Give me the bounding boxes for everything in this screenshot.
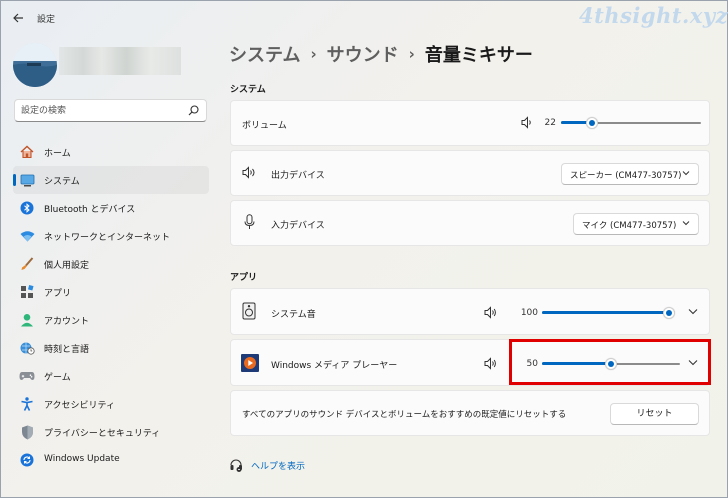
section-heading-apps: アプリ: [230, 273, 258, 283]
reset-button[interactable]: リセット: [610, 403, 699, 425]
help-section[interactable]: ヘルプを表示: [230, 459, 305, 472]
gamepad-icon: [19, 368, 35, 384]
volume-value: 22: [544, 118, 556, 128]
output-device-card: 出力デバイス スピーカー (CM477-30757): [230, 150, 710, 196]
sidebar-item-apps[interactable]: アプリ: [13, 278, 209, 306]
output-device-label: 出力デバイス: [271, 171, 325, 181]
sidebar-item-label: ネットワークとインターネット: [44, 233, 171, 243]
app-name: システム音: [271, 310, 316, 320]
input-device-dropdown[interactable]: マイク (CM477-30757): [573, 213, 699, 235]
sidebar-nav: ホーム システム Bluetooth とデバイス ネットワークとインターネット …: [13, 138, 209, 474]
sidebar-item-bluetooth[interactable]: Bluetooth とデバイス: [13, 194, 209, 222]
speaker-output-icon: [242, 166, 257, 179]
sidebar-item-label: 時刻と言語: [44, 345, 90, 355]
avatar: [13, 43, 57, 87]
sidebar-item-label: 個人用設定: [44, 261, 90, 271]
sidebar-item-privacy[interactable]: プライバシーとセキュリティ: [13, 418, 209, 446]
system-sounds-app-icon: [242, 302, 256, 320]
accessibility-icon: [19, 396, 35, 412]
title-bar: 設定 4thsight.xyz: [1, 1, 728, 35]
input-device-selected: マイク (CM477-30757): [582, 221, 677, 231]
watermark: 4thsight.xyz: [579, 3, 728, 28]
bluetooth-icon: [19, 200, 35, 216]
input-device-card: 入力デバイス マイク (CM477-30757): [230, 200, 710, 246]
sidebar-item-windows-update[interactable]: Windows Update: [13, 446, 209, 474]
window-title: 設定: [37, 15, 56, 25]
app-card-system-sounds: システム音 100: [230, 288, 710, 335]
sidebar-item-home[interactable]: ホーム: [13, 138, 209, 166]
sidebar-item-system[interactable]: システム: [13, 166, 209, 194]
sidebar-item-label: ホーム: [44, 149, 71, 159]
sidebar-item-network[interactable]: ネットワークとインターネット: [13, 222, 209, 250]
sidebar-item-label: アプリ: [44, 289, 72, 299]
back-button[interactable]: [9, 9, 27, 27]
slider-fill: [542, 311, 675, 314]
slider-thumb[interactable]: [586, 117, 598, 129]
breadcrumb-separator: ›: [408, 45, 415, 63]
sidebar-item-label: プライバシーとセキュリティ: [44, 429, 161, 439]
chevron-down-icon: [682, 221, 690, 226]
back-arrow-icon: [12, 13, 23, 23]
help-link[interactable]: ヘルプを表示: [251, 459, 305, 472]
media-player-app-icon: [241, 354, 259, 372]
app-name: Windows メディア プレーヤー: [271, 361, 398, 371]
breadcrumb-system[interactable]: システム: [229, 41, 300, 67]
breadcrumb: システム › サウンド › 音量ミキサー: [229, 41, 533, 67]
apps-icon: [19, 284, 35, 300]
sidebar-item-label: アクセシビリティ: [44, 401, 116, 411]
help-icon: [230, 459, 242, 472]
shield-icon: [19, 424, 35, 440]
sidebar-item-label: システム: [44, 177, 80, 187]
monitor-icon: [19, 172, 35, 188]
search-icon[interactable]: [188, 105, 199, 116]
wifi-icon: [19, 228, 35, 244]
output-device-dropdown[interactable]: スピーカー (CM477-30757): [561, 163, 699, 185]
update-icon: [19, 452, 35, 468]
section-heading-system: システム: [230, 85, 266, 95]
microphone-icon: [244, 214, 255, 230]
app-volume-slider[interactable]: [542, 307, 675, 319]
sidebar-item-accessibility[interactable]: アクセシビリティ: [13, 390, 209, 418]
search-input[interactable]: [21, 103, 181, 118]
sidebar-item-label: Bluetooth とデバイス: [44, 205, 136, 215]
volume-card: ボリューム 22: [230, 100, 710, 146]
sidebar-item-label: Windows Update: [44, 454, 120, 464]
globe-clock-icon: [19, 340, 35, 356]
profile-name-redacted: [59, 47, 181, 75]
output-device-selected: スピーカー (CM477-30757): [570, 171, 682, 181]
breadcrumb-sound[interactable]: サウンド: [327, 41, 399, 67]
expand-chevron-icon[interactable]: [688, 308, 698, 315]
app-volume-value: 100: [520, 308, 538, 318]
speaker-icon[interactable]: [484, 357, 497, 370]
account-icon: [19, 312, 35, 328]
settings-search[interactable]: [14, 99, 207, 122]
sidebar-item-accounts[interactable]: アカウント: [13, 306, 209, 334]
input-device-label: 入力デバイス: [271, 221, 325, 231]
reset-card: すべてのアプリのサウンド デバイスとボリュームをおすすめの既定値にリセットする …: [230, 390, 710, 436]
sidebar-item-label: ゲーム: [44, 373, 71, 383]
chevron-down-icon: [682, 171, 690, 176]
brush-icon: [19, 256, 35, 272]
sidebar-item-personalization[interactable]: 個人用設定: [13, 250, 209, 278]
home-icon: [19, 144, 35, 160]
breadcrumb-separator: ›: [310, 45, 317, 63]
volume-label: ボリューム: [242, 121, 287, 131]
sidebar-item-time-language[interactable]: 時刻と言語: [13, 334, 209, 362]
reset-description: すべてのアプリのサウンド デバイスとボリュームをおすすめの既定値にリセットする: [242, 410, 567, 420]
page-title: 音量ミキサー: [424, 45, 533, 66]
volume-slider[interactable]: [561, 117, 701, 129]
highlight-box: [509, 339, 711, 385]
sidebar-item-gaming[interactable]: ゲーム: [13, 362, 209, 390]
slider-thumb[interactable]: [663, 307, 675, 319]
sidebar-item-label: アカウント: [44, 317, 90, 327]
speaker-icon[interactable]: [484, 306, 497, 319]
